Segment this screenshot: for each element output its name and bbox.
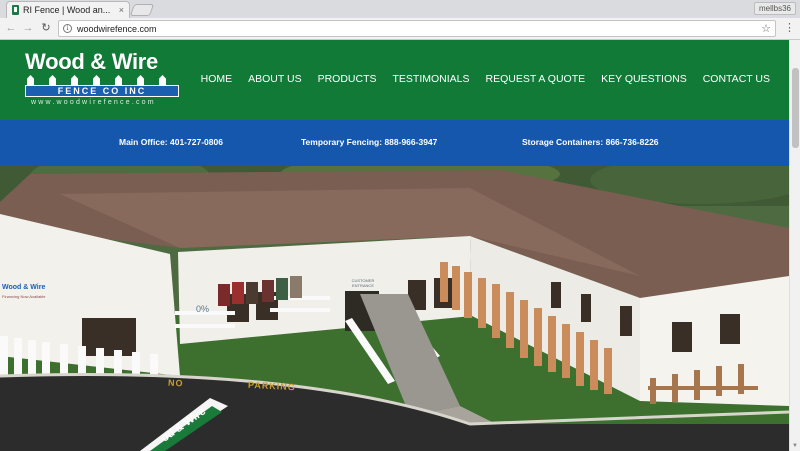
- nav-home[interactable]: HOME: [201, 73, 233, 85]
- logo-band: FENCE CO INC: [25, 85, 179, 97]
- storage-containers-phone[interactable]: Storage Containers: 866-736-8226: [522, 137, 659, 147]
- hero-photo: NO PARKING Wood & Wire Financing Now Ava…: [0, 166, 789, 451]
- profile-button[interactable]: mellbs36: [753, 2, 796, 15]
- window-promo: 0%: [196, 304, 210, 314]
- site-logo[interactable]: Wood & Wire FENCE CO INC www.woodwirefen…: [25, 49, 185, 115]
- tab-title: RI Fence | Wood an...: [23, 5, 111, 15]
- site-header: Wood & Wire FENCE CO INC www.woodwirefen…: [0, 40, 789, 120]
- scroll-down-icon[interactable]: ▼: [792, 443, 798, 449]
- nav-request-a-quote[interactable]: REQUEST A QUOTE: [486, 73, 586, 85]
- logo-url: www.woodwirefence.com: [31, 99, 156, 106]
- entrance-sign: CUSTOMER ENTRANCE: [351, 278, 375, 288]
- new-tab-button[interactable]: [129, 4, 155, 16]
- scrollbar-thumb[interactable]: [792, 68, 799, 148]
- site-info-icon[interactable]: i: [63, 24, 72, 33]
- building-sign-sub: Financing Now Available: [2, 294, 46, 299]
- back-icon[interactable]: ←: [4, 21, 18, 35]
- nav-about-us[interactable]: ABOUT US: [248, 73, 301, 85]
- page-viewport: Wood & Wire FENCE CO INC www.woodwirefen…: [0, 40, 800, 451]
- browser-tab[interactable]: RI Fence | Wood an... ×: [6, 1, 130, 18]
- nav-testimonials[interactable]: TESTIMONIALS: [393, 73, 470, 85]
- nav-contact-us[interactable]: CONTACT US: [703, 73, 770, 85]
- logo-title: Wood & Wire: [25, 49, 158, 74]
- main-office-phone[interactable]: Main Office: 401-727-0806: [119, 137, 223, 147]
- url-text[interactable]: woodwirefence.com: [77, 24, 761, 34]
- temporary-fencing-phone[interactable]: Temporary Fencing: 888-966-3947: [301, 137, 437, 147]
- logo-fence-graphic: FENCE CO INC: [25, 75, 179, 97]
- main-nav: HOME ABOUT US PRODUCTS TESTIMONIALS REQU…: [185, 73, 770, 85]
- contact-info-bar: Main Office: 401-727-0806 Temporary Fenc…: [0, 120, 789, 166]
- browser-tab-strip: RI Fence | Wood an... × mellbs36: [0, 0, 800, 18]
- bookmark-star-icon[interactable]: ☆: [761, 22, 771, 35]
- nav-key-questions[interactable]: KEY QUESTIONS: [601, 73, 687, 85]
- site-favicon-icon: [12, 5, 19, 15]
- tab-close-icon[interactable]: ×: [119, 5, 124, 15]
- browser-toolbar: ← → ↻ i woodwirefence.com ☆ ⋮: [0, 18, 800, 40]
- address-bar[interactable]: i woodwirefence.com ☆: [58, 20, 776, 37]
- page-scrollbar[interactable]: ▼: [789, 40, 800, 451]
- forward-icon[interactable]: →: [21, 21, 35, 35]
- building-sign: Wood & Wire: [2, 284, 46, 291]
- browser-menu-icon[interactable]: ⋮: [784, 22, 795, 34]
- reload-icon[interactable]: ↻: [39, 21, 53, 35]
- pavement-no-text: NO: [167, 377, 184, 389]
- hero-building-illustration: [0, 166, 789, 451]
- nav-products[interactable]: PRODUCTS: [318, 73, 377, 85]
